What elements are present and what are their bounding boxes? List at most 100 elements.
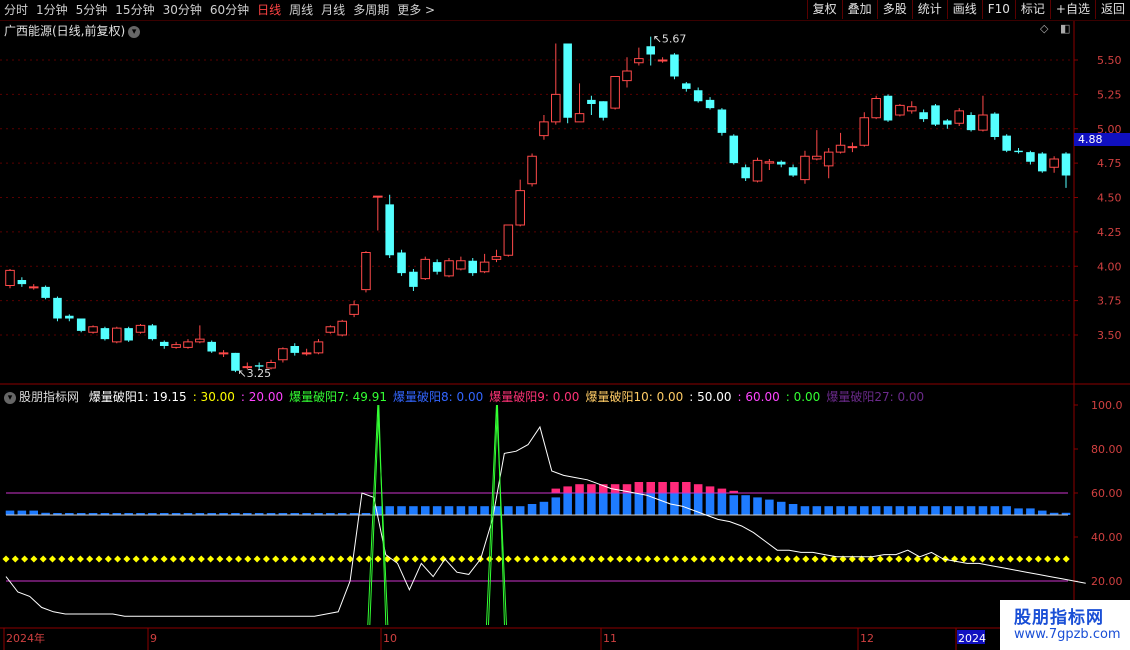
yellow-dot: [411, 555, 419, 563]
yellow-dot: [569, 555, 577, 563]
candle-body: [919, 112, 928, 120]
blue-bar: [515, 506, 525, 515]
blue-bar: [480, 506, 489, 515]
yellow-dot: [197, 555, 205, 563]
yellow-dot: [207, 555, 215, 563]
blue-bar: [954, 506, 964, 515]
candle-body: [171, 344, 181, 348]
indicator-name: 股朋指标网: [19, 390, 80, 404]
candle-body: [931, 105, 940, 125]
candle-body: [705, 99, 715, 109]
price-tick-label: 4.25: [1097, 226, 1122, 239]
chevron-down-icon[interactable]: ▾: [4, 391, 16, 404]
candle-body: [776, 161, 786, 165]
yellow-dot: [48, 555, 57, 563]
white-line: [5, 425, 1086, 617]
candle-body: [598, 101, 608, 118]
candle-body: [527, 155, 537, 185]
indicator-title: ▾ 股朋指标网 爆量破阳1: 19.15: 30.00: 20.00 爆量破阳7: …: [4, 388, 926, 405]
legend-item-4: 爆量破阳8: 0.00: [393, 390, 484, 404]
candle-body: [1037, 153, 1047, 172]
blue-bar: [682, 493, 691, 515]
yellow-dot: [532, 555, 540, 563]
blue-bar: [551, 497, 561, 515]
yellow-dot: [30, 555, 38, 563]
yellow-dot: [95, 555, 103, 563]
candle-body: [207, 341, 216, 352]
candle-body: [1002, 135, 1011, 151]
blue-bar: [753, 497, 762, 515]
candle-body: [752, 159, 763, 182]
candle-body: [5, 269, 15, 286]
blue-bar: [17, 510, 27, 515]
yellow-dot: [132, 555, 140, 563]
blue-bar: [765, 499, 774, 515]
yellow-dot: [895, 555, 903, 563]
candle-body: [503, 224, 514, 256]
yellow-dot: [420, 555, 429, 563]
yellow-dot: [885, 555, 894, 563]
yellow-dot: [988, 555, 996, 563]
candle-body: [693, 90, 703, 102]
legend-item-1: : 30.00: [192, 390, 235, 404]
candle-body: [610, 76, 620, 109]
yellow-dot: [309, 555, 317, 563]
yellow-dot: [1016, 555, 1024, 563]
blue-bar: [824, 506, 833, 515]
blue-bar: [705, 493, 715, 515]
blue-bar: [610, 493, 620, 515]
yellow-dot: [188, 555, 196, 563]
candle-body: [349, 304, 359, 315]
yellow-dot: [792, 555, 801, 563]
blue-bar: [1037, 510, 1047, 515]
blue-bar: [990, 506, 1000, 515]
yellow-dot: [39, 555, 47, 563]
blue-bar: [539, 501, 549, 515]
yellow-dot: [765, 555, 773, 563]
yellow-dot: [21, 555, 29, 563]
candle-body: [990, 113, 1000, 137]
candle-body: [148, 325, 157, 340]
yellow-dot: [225, 555, 233, 563]
yellow-dot: [662, 555, 670, 563]
yellow-dot: [1062, 555, 1070, 563]
blue-bar: [397, 506, 406, 515]
yellow-dot: [104, 555, 112, 563]
yellow-dot: [616, 555, 624, 563]
yellow-dot: [606, 555, 615, 563]
price-tick-label: 5.25: [1097, 88, 1122, 101]
blue-bar: [871, 506, 881, 515]
candle-body: [313, 341, 324, 354]
blue-bar: [29, 510, 39, 515]
candle-body: [325, 326, 336, 333]
candle-body: [112, 327, 122, 343]
blue-bar: [860, 506, 869, 515]
candle-body: [622, 70, 632, 82]
yellow-dot: [597, 555, 605, 563]
legend-item-0: 爆量破阳1: 19.15: [88, 390, 187, 404]
yellow-dot: [653, 555, 661, 563]
blue-bar: [931, 506, 940, 515]
candle-body: [290, 346, 300, 353]
yellow-dot: [244, 555, 252, 563]
yellow-dot: [290, 555, 298, 563]
candle-body: [17, 280, 27, 285]
yellow-dot: [179, 555, 187, 563]
blue-bar: [622, 493, 632, 515]
legend-item-8: : 60.00: [737, 390, 780, 404]
blue-bar: [800, 506, 810, 515]
candle-body: [444, 260, 454, 277]
candle-body: [278, 348, 288, 361]
blue-bar: [468, 506, 478, 515]
blue-bar: [421, 506, 430, 515]
ind-tick-label: 40.00: [1091, 531, 1123, 544]
price-tick-label: 3.75: [1097, 295, 1122, 308]
yellow-dot: [1006, 555, 1014, 563]
yellow-dot: [811, 555, 819, 563]
blue-bar: [1014, 508, 1023, 515]
legend-item-7: : 50.00: [689, 390, 732, 404]
yellow-dot: [709, 555, 717, 563]
candle-body: [218, 352, 229, 355]
candle-body: [124, 328, 133, 341]
blue-bar: [978, 506, 988, 515]
